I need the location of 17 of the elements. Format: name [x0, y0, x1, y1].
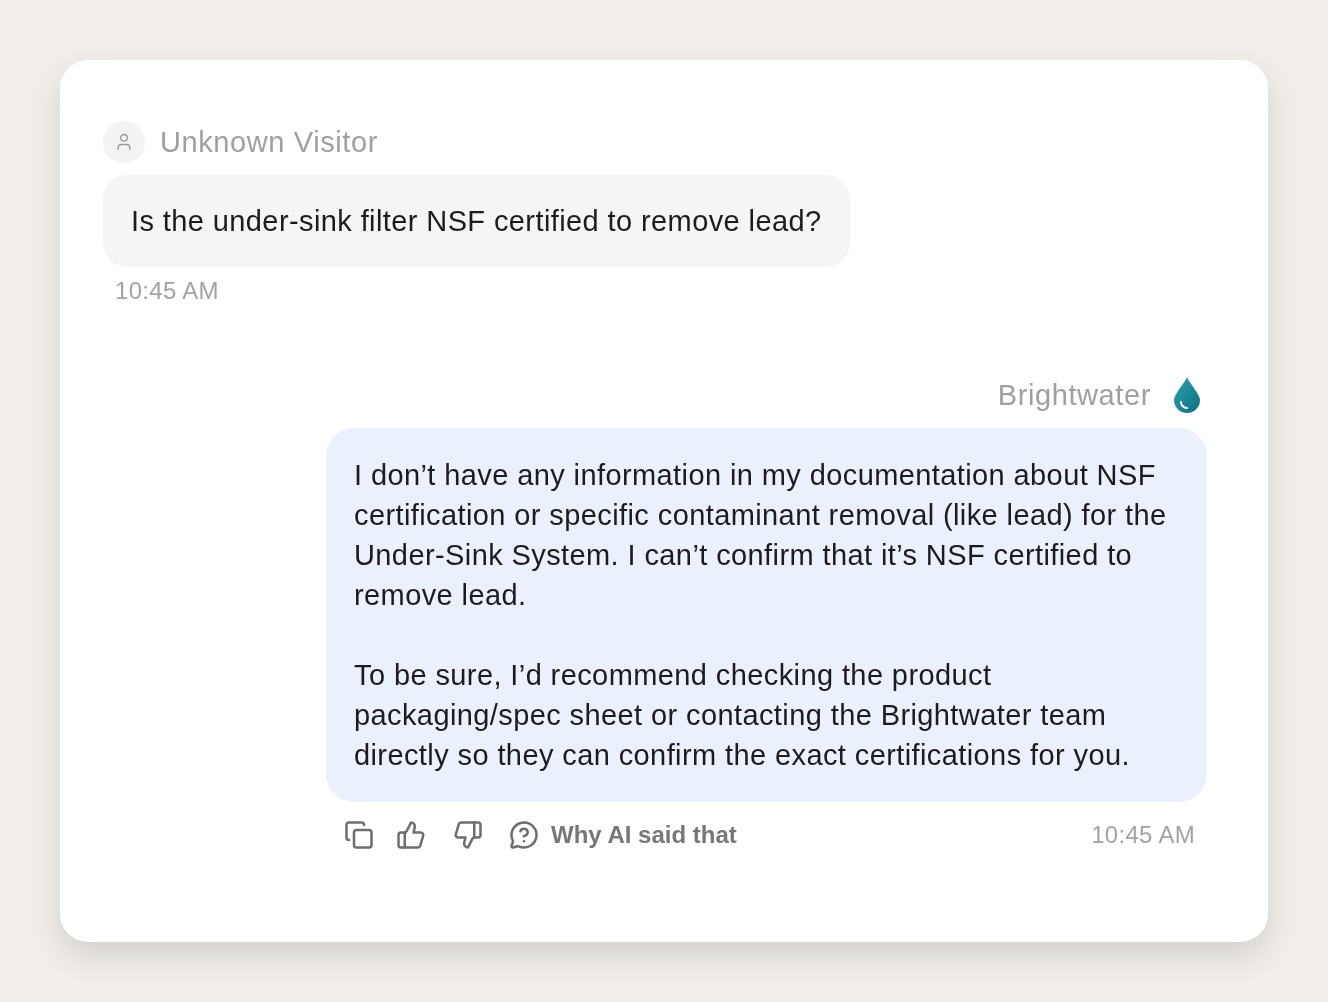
- message-time: 10:45 AM: [115, 278, 219, 304]
- bot-name: Brightwater: [997, 380, 1151, 410]
- thumbs-up-button[interactable]: [396, 820, 426, 850]
- question-bubble-icon: [509, 820, 539, 850]
- copy-icon: [344, 820, 374, 850]
- copy-button[interactable]: [344, 820, 374, 850]
- avatar-icon: [103, 121, 145, 163]
- water-drop-icon: [1174, 377, 1200, 413]
- why-ai-button[interactable]: Why AI said that: [509, 820, 737, 850]
- thumbs-down-icon: [453, 820, 483, 850]
- thumbs-up-icon: [396, 820, 426, 850]
- message-paragraph: I don’t have any information in my documentation about NSF certification or specific contaminant removal (like lead) for the Under-Sink System. I can’t confirm that it’s NSF certified to remove lead.: [354, 458, 1168, 613]
- visitor-name: Unknown Visitor: [160, 127, 378, 157]
- message-paragraph: To be sure, I’d recommend checking the product packaging/spec sheet or contacting the Brightwater team directly so they can confirm the exact certifications for you.: [354, 658, 1131, 773]
- thumbs-down-button[interactable]: [453, 820, 483, 850]
- visitor-message-bubble: Is the under-sink filter NSF certified to remove lead?: [103, 175, 850, 267]
- message-time: 10:45 AM: [1091, 822, 1195, 848]
